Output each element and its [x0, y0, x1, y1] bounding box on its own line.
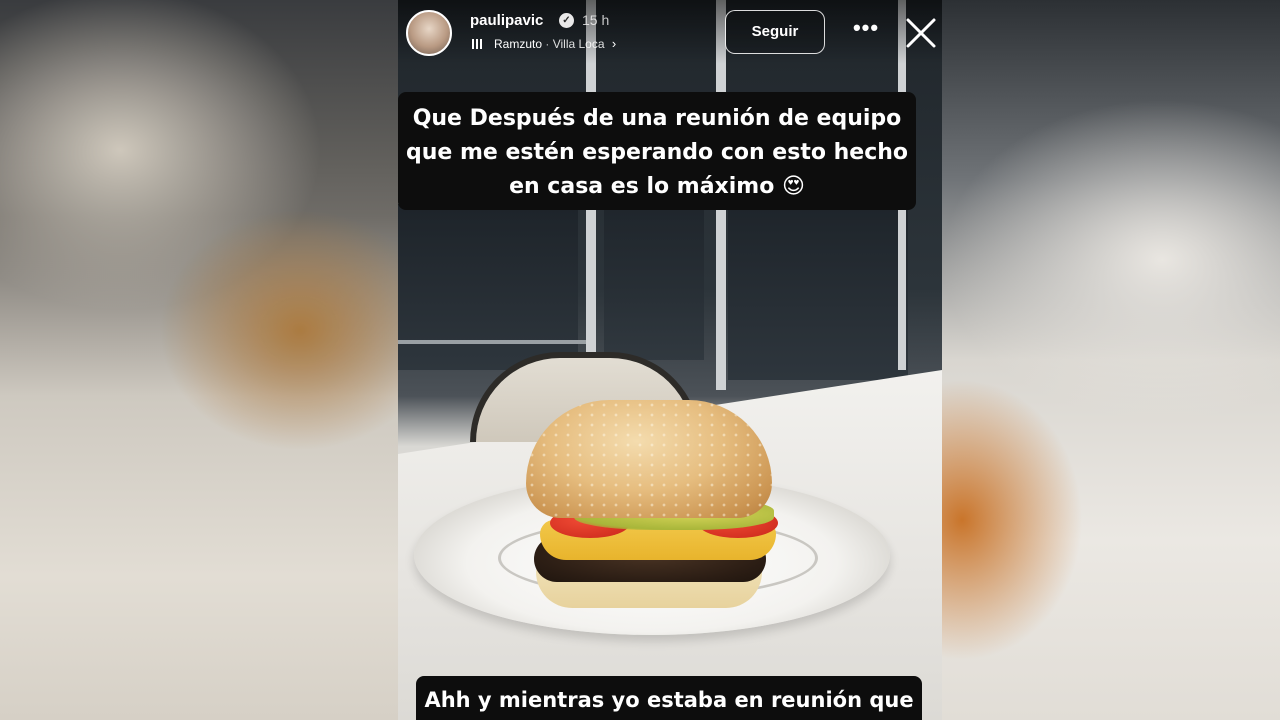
- music-separator: ·: [545, 37, 550, 51]
- blurred-background-left: [0, 0, 398, 720]
- window-pane: [604, 190, 704, 360]
- close-icon[interactable]: [904, 16, 938, 50]
- story-frame[interactable]: paulipavic ✓ 15 h Ramzuto · Villa Loca ›…: [398, 0, 942, 720]
- window-rail: [398, 340, 586, 344]
- window-pane: [728, 180, 908, 380]
- timestamp: 15 h: [582, 12, 610, 28]
- music-track[interactable]: Ramzuto · Villa Loca ›: [494, 36, 616, 51]
- username[interactable]: paulipavic: [470, 12, 543, 29]
- story-caption: Que Después de una reunión de equipo que…: [398, 92, 916, 210]
- follow-button[interactable]: Seguir: [725, 10, 825, 54]
- verified-icon: ✓: [559, 13, 574, 28]
- music-title: Villa Loca: [552, 37, 605, 51]
- burger-top-bun: [526, 400, 772, 518]
- story-header: paulipavic ✓ 15 h Ramzuto · Villa Loca ›…: [398, 0, 942, 64]
- caption-line: en casa es lo máximo 😍: [509, 174, 805, 199]
- avatar[interactable]: [406, 10, 452, 56]
- chevron-right-icon: ›: [611, 36, 617, 51]
- blurred-background-right: [942, 0, 1280, 720]
- caption-line: Que Después de una reunión de equipo: [412, 106, 902, 131]
- music-icon: [472, 39, 484, 49]
- music-artist: Ramzuto: [494, 37, 543, 51]
- story-caption-bottom: Ahh y mientras yo estaba en reunión que …: [416, 676, 922, 720]
- caption-line: que me estén esperando con esto hecho: [406, 140, 909, 165]
- more-icon[interactable]: •••: [850, 17, 882, 44]
